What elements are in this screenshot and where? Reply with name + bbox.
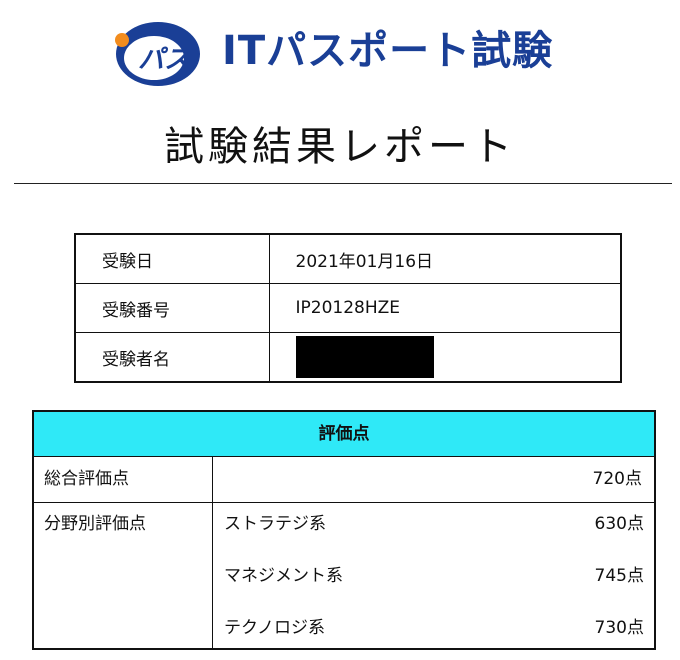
- field-score-row: マネジメント系 745点: [224, 563, 644, 589]
- exam-info-table: 受験日 2021年01月16日 受験番号 IP20128HZE 受験者名: [74, 233, 622, 383]
- table-row: 受験日 2021年01月16日: [74, 233, 622, 284]
- total-score-value: 720点: [592, 469, 642, 489]
- score-table: 評価点 総合評価点 720点 分野別評価点 ストラテジ系 630点 マネジメント…: [32, 410, 656, 650]
- total-score-row: 総合評価点 720点: [34, 456, 654, 503]
- field-name: マネジメント系: [224, 566, 343, 586]
- itpass-logo: パス: [115, 22, 200, 86]
- field-score: 630点: [594, 514, 644, 534]
- field-score-row: テクノロジ系 730点: [224, 615, 644, 641]
- total-score-label: 総合評価点: [44, 469, 129, 489]
- examinee-name-value: [268, 332, 622, 383]
- redaction-box: [295, 336, 434, 378]
- exam-number-label: 受験番号: [74, 283, 270, 333]
- header: パス ITパスポート試験: [0, 0, 680, 100]
- field-score-row: ストラテジ系 630点: [224, 511, 644, 537]
- column-divider: [212, 456, 213, 650]
- svg-text:パス: パス: [138, 45, 190, 75]
- brand-title: ITパスポート試験: [222, 28, 554, 74]
- field-name: ストラテジ系: [224, 514, 326, 534]
- score-header: 評価点: [34, 412, 654, 457]
- exam-date-label: 受験日: [74, 233, 270, 284]
- exam-date-value: 2021年01月16日: [268, 233, 622, 284]
- title-divider: [14, 183, 672, 184]
- examinee-name-label: 受験者名: [74, 332, 270, 383]
- table-row: 受験者名: [74, 332, 622, 383]
- table-row: 受験番号 IP20128HZE: [74, 283, 622, 333]
- field-score: 745点: [594, 566, 644, 586]
- field-name: テクノロジ系: [224, 618, 325, 638]
- page-title: 試験結果レポート: [164, 124, 516, 170]
- field-score: 730点: [594, 618, 644, 638]
- exam-number-value: IP20128HZE: [268, 283, 622, 333]
- field-score-label: 分野別評価点: [44, 514, 146, 534]
